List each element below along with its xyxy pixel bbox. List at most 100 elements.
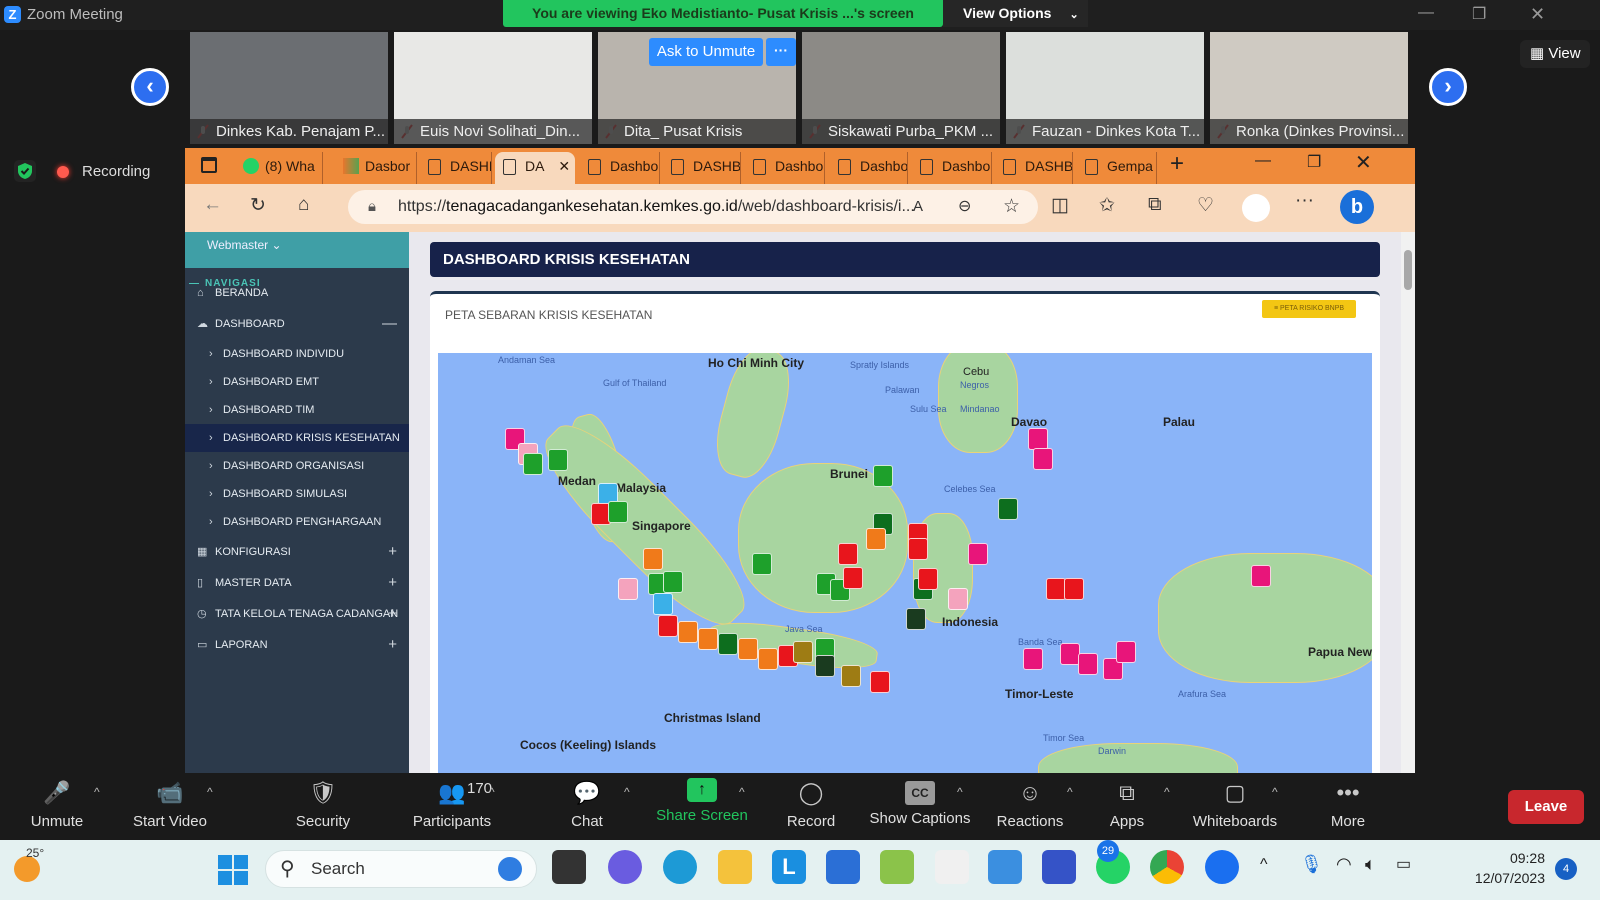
sidebar-item[interactable]: › DASHBOARD SIMULASI xyxy=(185,480,409,508)
zoom-out-icon[interactable]: ⊖ xyxy=(958,190,971,224)
profile-avatar[interactable] xyxy=(1242,194,1270,222)
refresh-button[interactable]: ↻ xyxy=(250,194,266,217)
task-view-icon[interactable] xyxy=(552,850,586,884)
notification-badge[interactable]: 4 xyxy=(1555,858,1577,880)
page-scrollbar[interactable] xyxy=(1401,232,1415,773)
crisis-marker[interactable] xyxy=(908,538,928,560)
sidebar-item[interactable]: › DASHBOARD TIM xyxy=(185,396,409,424)
toolbar-record-button[interactable]: ◯ Record xyxy=(756,778,866,830)
browser-tab[interactable]: Dashbo xyxy=(745,152,825,184)
crisis-marker[interactable] xyxy=(1023,648,1043,670)
crisis-marker[interactable] xyxy=(618,578,638,600)
browser-tab[interactable]: (8) Wha xyxy=(235,152,323,184)
crisis-map[interactable]: Andaman Sea Ho Chi Minh City Gulf of Thail… xyxy=(438,353,1372,773)
crisis-marker[interactable] xyxy=(752,553,772,575)
crisis-marker[interactable] xyxy=(1064,578,1084,600)
browser-tab[interactable]: DA ✕ xyxy=(495,152,575,184)
gallery-next-button[interactable]: › xyxy=(1429,68,1467,106)
lock-icon[interactable]: 🔒︎ xyxy=(368,190,376,224)
sidebar-item[interactable]: › DASHBOARD ORGANISASI xyxy=(185,452,409,480)
ask-to-unmute-button[interactable]: Ask to Unmute xyxy=(649,38,763,66)
crisis-marker[interactable] xyxy=(948,588,968,610)
participant-tile[interactable]: Euis Novi Solihati_Din... xyxy=(394,32,592,144)
tray-overflow-icon[interactable]: ^ xyxy=(1260,856,1268,874)
browser-tab[interactable]: Dashbo xyxy=(912,152,992,184)
zoom-app-icon[interactable] xyxy=(1205,850,1239,884)
caret-up-icon[interactable]: ^ xyxy=(489,785,495,799)
snipping-tool-icon[interactable] xyxy=(935,850,969,884)
crisis-marker[interactable] xyxy=(1028,428,1048,450)
crisis-marker[interactable] xyxy=(918,568,938,590)
crisis-marker[interactable] xyxy=(793,641,813,663)
sidebar-item[interactable]: › DASHBOARD INDIVIDU xyxy=(185,340,409,368)
crisis-marker[interactable] xyxy=(643,548,663,570)
sidebar-item[interactable]: ▯ MASTER DATA + xyxy=(185,569,409,597)
browser-close-button[interactable]: ✕ xyxy=(1355,150,1372,175)
browser-restore-button[interactable]: ❐ xyxy=(1307,152,1321,172)
caret-up-icon[interactable]: ^ xyxy=(739,785,745,799)
back-button[interactable]: ← xyxy=(203,194,222,216)
read-aloud-icon[interactable]: A xyxy=(913,190,923,224)
notepad-plus-icon[interactable] xyxy=(880,850,914,884)
view-options-button[interactable]: View Options ⌄ xyxy=(943,0,1088,27)
crisis-marker[interactable] xyxy=(1046,578,1066,600)
crisis-marker[interactable] xyxy=(758,648,778,670)
crisis-marker[interactable] xyxy=(658,615,678,637)
participant-more-button[interactable]: ··· xyxy=(766,38,796,66)
browser-minimize-button[interactable]: — xyxy=(1255,152,1271,170)
user-menu[interactable]: Webmaster ⌄ xyxy=(207,238,282,252)
sidebar-item[interactable]: › DASHBOARD KRISIS KESEHATAN xyxy=(185,424,409,452)
start-button[interactable] xyxy=(218,855,248,885)
crisis-marker[interactable] xyxy=(968,543,988,565)
caret-up-icon[interactable]: ^ xyxy=(957,785,963,799)
wifi-icon[interactable]: ◠ xyxy=(1336,854,1352,875)
minimize-button[interactable]: — xyxy=(1418,4,1434,22)
notepad-icon[interactable] xyxy=(988,850,1022,884)
browser-tab[interactable]: DASHB xyxy=(420,152,492,184)
teams-icon[interactable] xyxy=(608,850,642,884)
crisis-marker[interactable] xyxy=(548,449,568,471)
toolbar-more-button[interactable]: ••• More xyxy=(1293,778,1403,830)
crisis-marker[interactable] xyxy=(608,501,628,523)
volume-icon[interactable]: 🔈︎ xyxy=(1365,854,1376,875)
split-screen-icon[interactable]: ◫ xyxy=(1051,194,1069,217)
participant-tile[interactable]: Ronka (Dinkes Provinsi... xyxy=(1210,32,1408,144)
caret-up-icon[interactable]: ^ xyxy=(94,785,100,799)
participant-tile[interactable]: Dinkes Kab. Penajam P... xyxy=(190,32,388,144)
caret-up-icon[interactable]: ^ xyxy=(207,785,213,799)
crisis-marker[interactable] xyxy=(1251,565,1271,587)
crisis-marker[interactable] xyxy=(998,498,1018,520)
leave-button[interactable]: Leave xyxy=(1508,790,1584,824)
crisis-marker[interactable] xyxy=(843,567,863,589)
sidebar-item[interactable]: › DASHBOARD PENGHARGAAN xyxy=(185,508,409,536)
sidebar-item[interactable]: ◷ TATA KELOLA TENAGA CADANGAN + xyxy=(185,600,409,628)
file-explorer-icon[interactable] xyxy=(718,850,752,884)
chrome-icon[interactable] xyxy=(1150,850,1184,884)
taskbar-search[interactable]: ⚲ Search xyxy=(265,850,537,888)
expand-icon[interactable]: + xyxy=(388,569,397,597)
gallery-prev-button[interactable]: ‹ xyxy=(131,68,169,106)
browser-tab[interactable]: Dashbo xyxy=(580,152,660,184)
browser-tab[interactable]: Gempa xyxy=(1077,152,1157,184)
crisis-marker[interactable] xyxy=(870,671,890,693)
settings-more-icon[interactable]: ··· xyxy=(1295,190,1314,212)
app-l-icon[interactable]: L xyxy=(772,850,806,884)
new-tab-button[interactable]: + xyxy=(1170,150,1184,178)
expand-icon[interactable]: + xyxy=(388,631,397,659)
crisis-marker[interactable] xyxy=(1078,653,1098,675)
browser-tab[interactable]: Dashbo xyxy=(830,152,908,184)
collections-icon[interactable]: ⧉ xyxy=(1148,194,1162,216)
crisis-marker[interactable] xyxy=(663,571,683,593)
favorite-star-icon[interactable]: ☆ xyxy=(1003,190,1020,224)
caret-up-icon[interactable]: ^ xyxy=(624,785,630,799)
crisis-marker[interactable] xyxy=(815,655,835,677)
crisis-marker[interactable] xyxy=(523,453,543,475)
participant-tile[interactable]: Fauzan - Dinkes Kota T... xyxy=(1006,32,1204,144)
crisis-marker[interactable] xyxy=(873,465,893,487)
sidebar-item[interactable]: › DASHBOARD EMT xyxy=(185,368,409,396)
crisis-marker[interactable] xyxy=(653,593,673,615)
crisis-marker[interactable] xyxy=(678,621,698,643)
peta-risiko-bnpb-button[interactable]: ≡ PETA RISIKO BNPB xyxy=(1262,300,1356,318)
tab-actions-icon[interactable] xyxy=(201,157,217,173)
crisis-marker[interactable] xyxy=(841,665,861,687)
